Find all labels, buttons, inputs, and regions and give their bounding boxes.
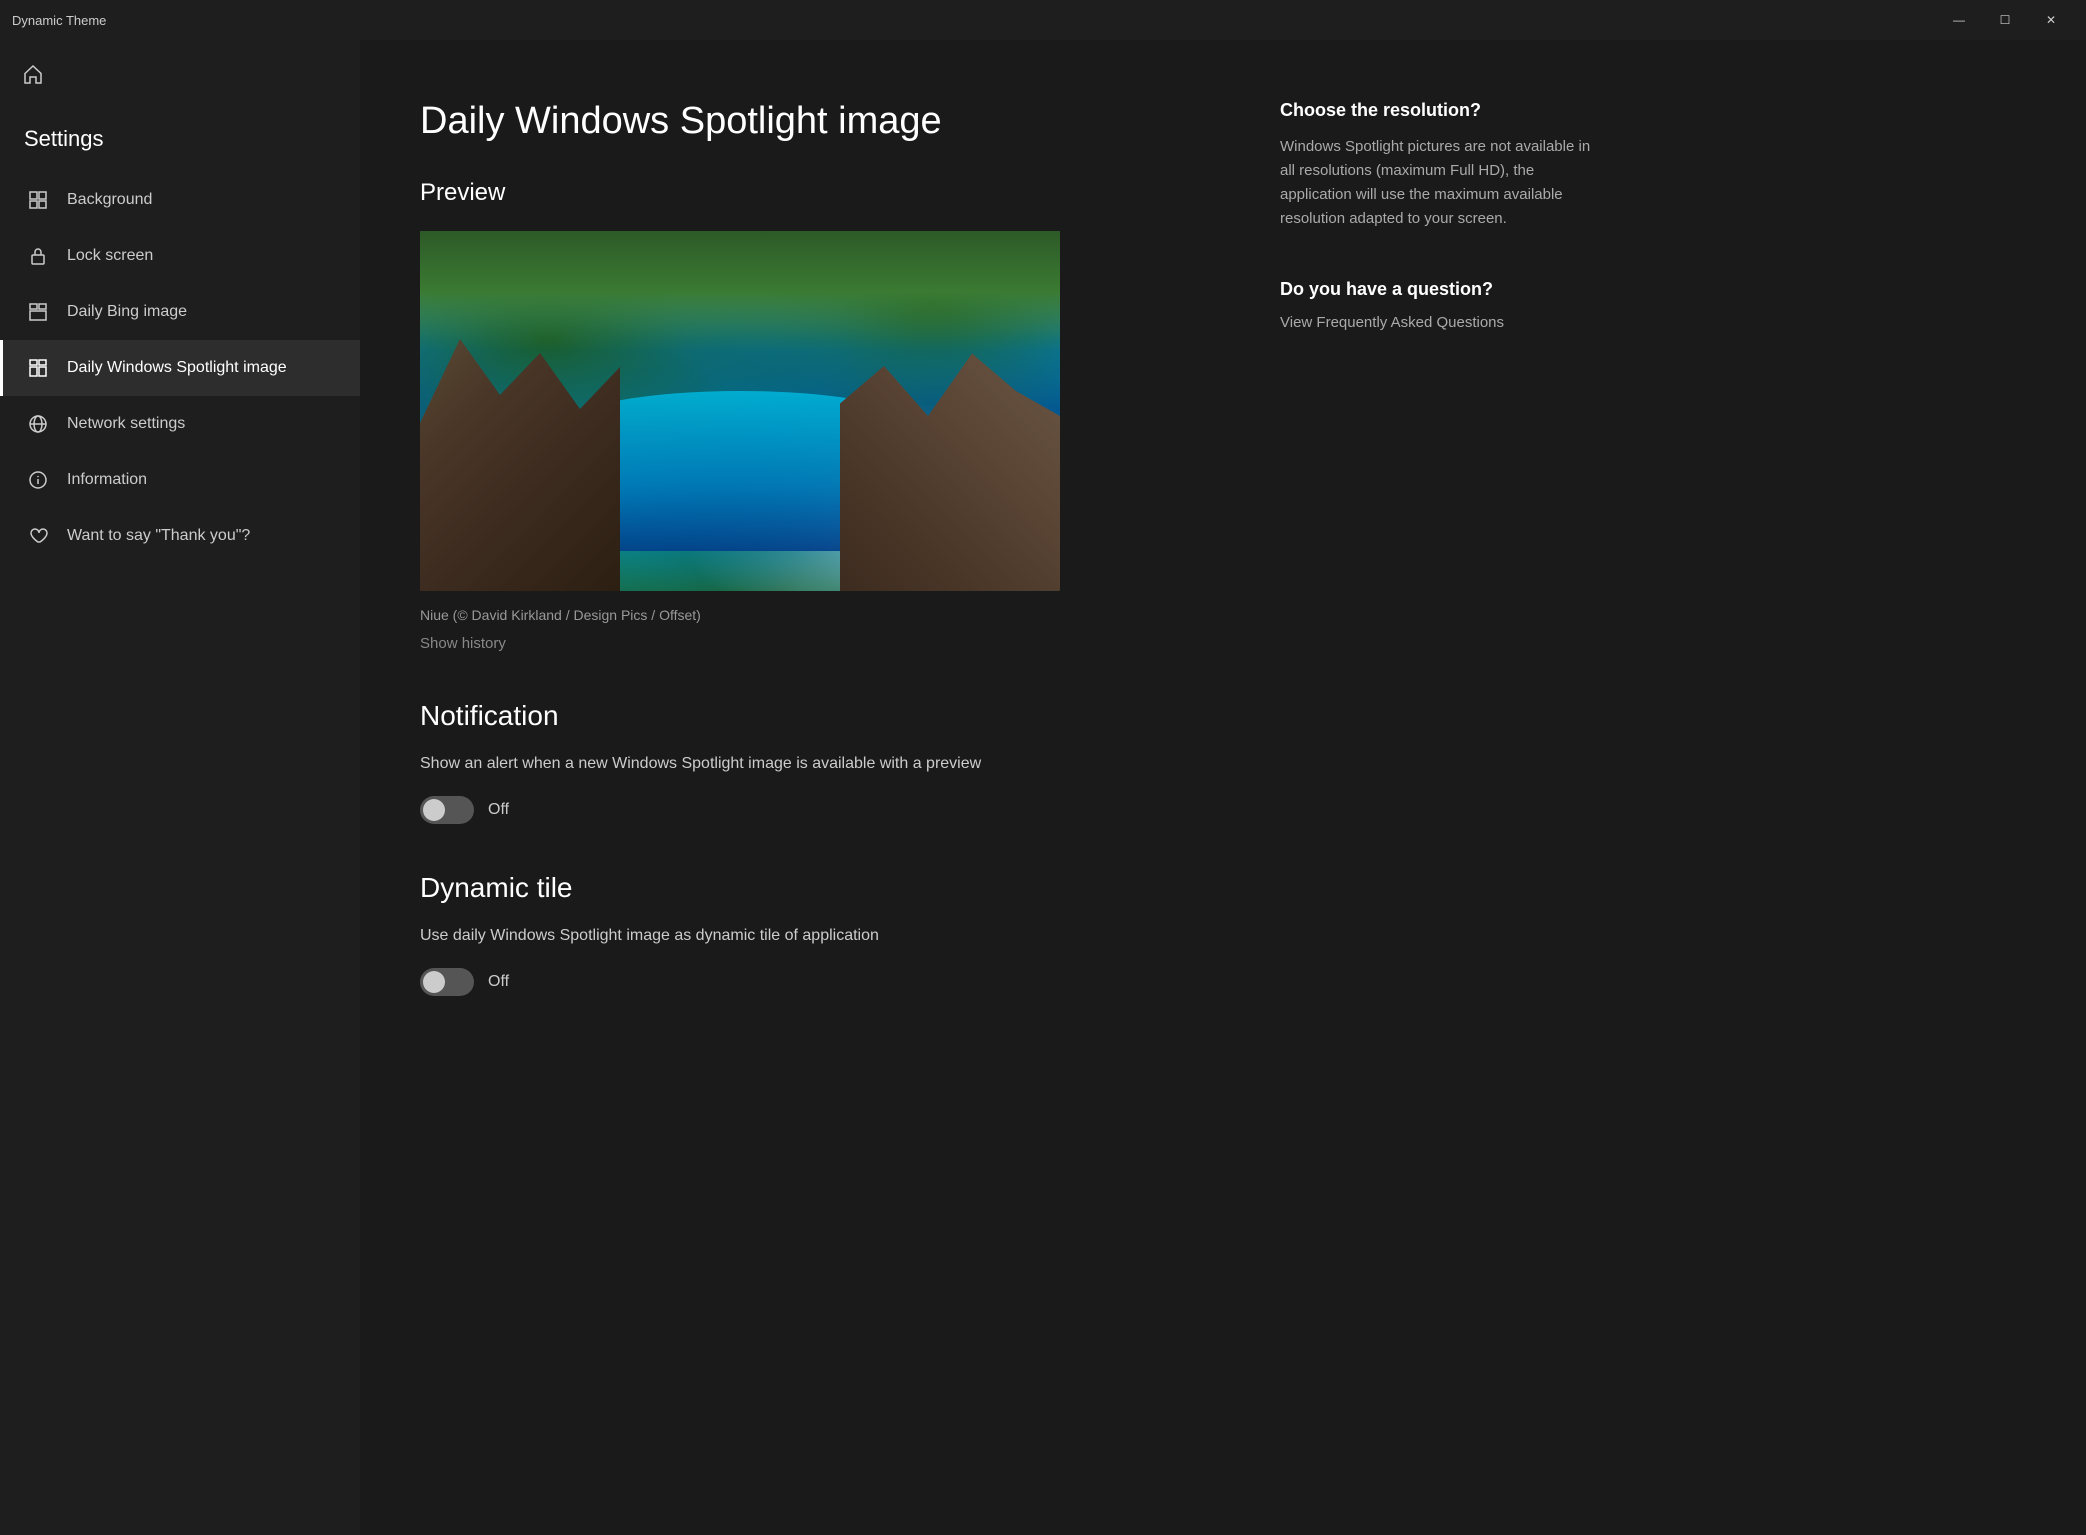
- notification-toggle[interactable]: [420, 796, 474, 824]
- home-button[interactable]: [8, 52, 58, 102]
- notification-section-title: Notification: [420, 700, 1200, 732]
- show-history-link[interactable]: Show history: [420, 635, 1200, 652]
- sidebar-item-label-spotlight: Daily Windows Spotlight image: [67, 359, 287, 377]
- sidebar-item-label-information: Information: [67, 471, 147, 489]
- app-title: Dynamic Theme: [12, 13, 106, 28]
- notification-toggle-knob: [423, 799, 445, 821]
- sidebar-item-label-network: Network settings: [67, 415, 185, 433]
- sidebar-item-label-bing: Daily Bing image: [67, 303, 187, 321]
- sidebar-item-information[interactable]: Information: [0, 452, 360, 508]
- heart-icon: [27, 525, 49, 547]
- notification-toggle-label: Off: [488, 801, 509, 819]
- settings-label: Settings: [0, 118, 360, 172]
- dynamic-tile-description: Use daily Windows Spotlight image as dyn…: [420, 924, 1000, 948]
- faq-section: Do you have a question? View Frequently …: [1280, 279, 1600, 332]
- grid-icon: [27, 189, 49, 211]
- lock-icon: [27, 245, 49, 267]
- resolution-text: Windows Spotlight pictures are not avail…: [1280, 135, 1600, 231]
- faq-title: Do you have a question?: [1280, 279, 1600, 300]
- close-button[interactable]: ✕: [2028, 0, 2074, 40]
- dynamic-tile-toggle-label: Off: [488, 973, 509, 991]
- sidebar-item-label-lock: Lock screen: [67, 247, 153, 265]
- bing-icon: [27, 301, 49, 323]
- preview-image: [420, 231, 1060, 591]
- resolution-title: Choose the resolution?: [1280, 100, 1600, 121]
- dynamic-tile-toggle[interactable]: [420, 968, 474, 996]
- dynamic-tile-toggle-knob: [423, 971, 445, 993]
- notification-description: Show an alert when a new Windows Spotlig…: [420, 752, 1000, 776]
- content-area: Daily Windows Spotlight image Preview Ni…: [360, 40, 1260, 1535]
- resolution-section: Choose the resolution? Windows Spotlight…: [1280, 100, 1600, 231]
- globe-icon: [27, 413, 49, 435]
- sidebar-item-label-thankyou: Want to say "Thank you"?: [67, 527, 250, 545]
- preview-section-title: Preview: [420, 179, 1200, 207]
- home-icon: [22, 64, 44, 91]
- main-content: Daily Windows Spotlight image Preview Ni…: [360, 40, 2086, 1535]
- app-body: Settings Background: [0, 40, 2086, 1535]
- right-panel: Choose the resolution? Windows Spotlight…: [1260, 40, 1640, 1535]
- page-title: Daily Windows Spotlight image: [420, 100, 1200, 143]
- sidebar-item-lock-screen[interactable]: Lock screen: [0, 228, 360, 284]
- sidebar: Settings Background: [0, 40, 360, 1535]
- sidebar-item-network[interactable]: Network settings: [0, 396, 360, 452]
- image-caption: Niue (© David Kirkland / Design Pics / O…: [420, 607, 1200, 623]
- minimize-button[interactable]: —: [1936, 0, 1982, 40]
- sidebar-item-background[interactable]: Background: [0, 172, 360, 228]
- maximize-button[interactable]: ☐: [1982, 0, 2028, 40]
- sidebar-item-label-background: Background: [67, 191, 152, 209]
- sidebar-nav: Background Lock screen: [0, 172, 360, 564]
- sidebar-item-thank-you[interactable]: Want to say "Thank you"?: [0, 508, 360, 564]
- info-icon: [27, 469, 49, 491]
- window-controls: — ☐ ✕: [1936, 0, 2074, 40]
- spotlight-icon: [27, 357, 49, 379]
- dynamic-tile-toggle-row: Off: [420, 968, 1200, 996]
- sidebar-item-daily-bing[interactable]: Daily Bing image: [0, 284, 360, 340]
- dynamic-tile-section-title: Dynamic tile: [420, 872, 1200, 904]
- notification-toggle-row: Off: [420, 796, 1200, 824]
- title-bar: Dynamic Theme — ☐ ✕: [0, 0, 2086, 40]
- faq-link[interactable]: View Frequently Asked Questions: [1280, 314, 1504, 331]
- greenery-overlay: [420, 231, 1060, 351]
- sidebar-item-spotlight[interactable]: Daily Windows Spotlight image: [0, 340, 360, 396]
